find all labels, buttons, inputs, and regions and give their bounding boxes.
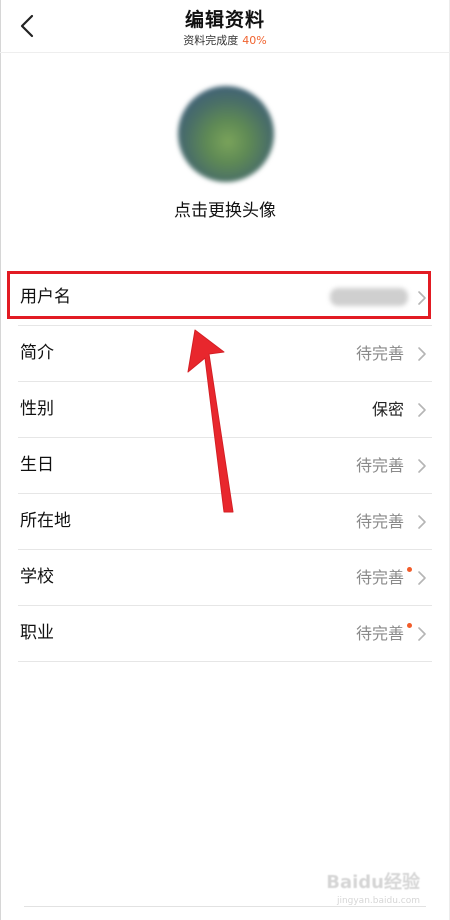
row-location[interactable]: 所在地 待完善: [18, 494, 432, 550]
new-dot-badge: [407, 567, 412, 572]
row-gender[interactable]: 性别 保密: [18, 382, 432, 438]
watermark-brand: Baidu经验: [326, 872, 420, 893]
change-avatar-label[interactable]: 点击更换头像: [0, 196, 450, 221]
row-value: 待完善: [355, 456, 404, 475]
row-value: 待完善: [355, 624, 404, 643]
username-value-blurred: [330, 288, 408, 306]
chevron-right-icon: [418, 515, 426, 529]
row-value: 待完善: [355, 568, 404, 587]
completion-label: 资料完成度: [183, 34, 239, 47]
row-label: 学校: [20, 567, 54, 587]
left-border: [0, 0, 1, 920]
header: 编辑资料 资料完成度 40%: [0, 0, 450, 53]
row-value: 待完善: [355, 512, 404, 531]
avatar[interactable]: [178, 86, 274, 182]
chevron-right-icon: [418, 291, 426, 305]
row-label: 职业: [20, 623, 54, 643]
completion-status: 资料完成度 40%: [0, 32, 450, 48]
page-title: 编辑资料: [184, 9, 265, 31]
row-username[interactable]: 用户名: [18, 270, 432, 326]
profile-list: 用户名 简介 待完善 性别 保密 生日 待完善 所在地 待完善 学校 待完善 职…: [18, 270, 432, 662]
row-birthday[interactable]: 生日 待完善: [18, 438, 432, 494]
chevron-right-icon: [418, 571, 426, 585]
chevron-right-icon: [418, 627, 426, 641]
bottom-divider: [24, 906, 426, 907]
chevron-right-icon: [418, 347, 426, 361]
row-school[interactable]: 学校 待完善: [18, 550, 432, 606]
row-label: 生日: [20, 455, 54, 475]
row-label: 用户名: [20, 287, 71, 307]
row-bio[interactable]: 简介 待完善: [18, 326, 432, 382]
row-label: 性别: [20, 399, 54, 419]
watermark-logo: Baidu经验: [326, 868, 420, 894]
new-dot-badge: [407, 623, 412, 628]
chevron-right-icon: [418, 459, 426, 473]
row-label: 简介: [20, 343, 54, 363]
row-value: 待完善: [355, 344, 404, 363]
chevron-right-icon: [418, 403, 426, 417]
completion-percent: 40%: [242, 34, 267, 47]
row-occupation[interactable]: 职业 待完善: [18, 606, 432, 662]
watermark-url: jingyan.baidu.com: [336, 896, 420, 906]
row-label: 所在地: [20, 511, 71, 531]
row-value: 保密: [371, 400, 404, 419]
